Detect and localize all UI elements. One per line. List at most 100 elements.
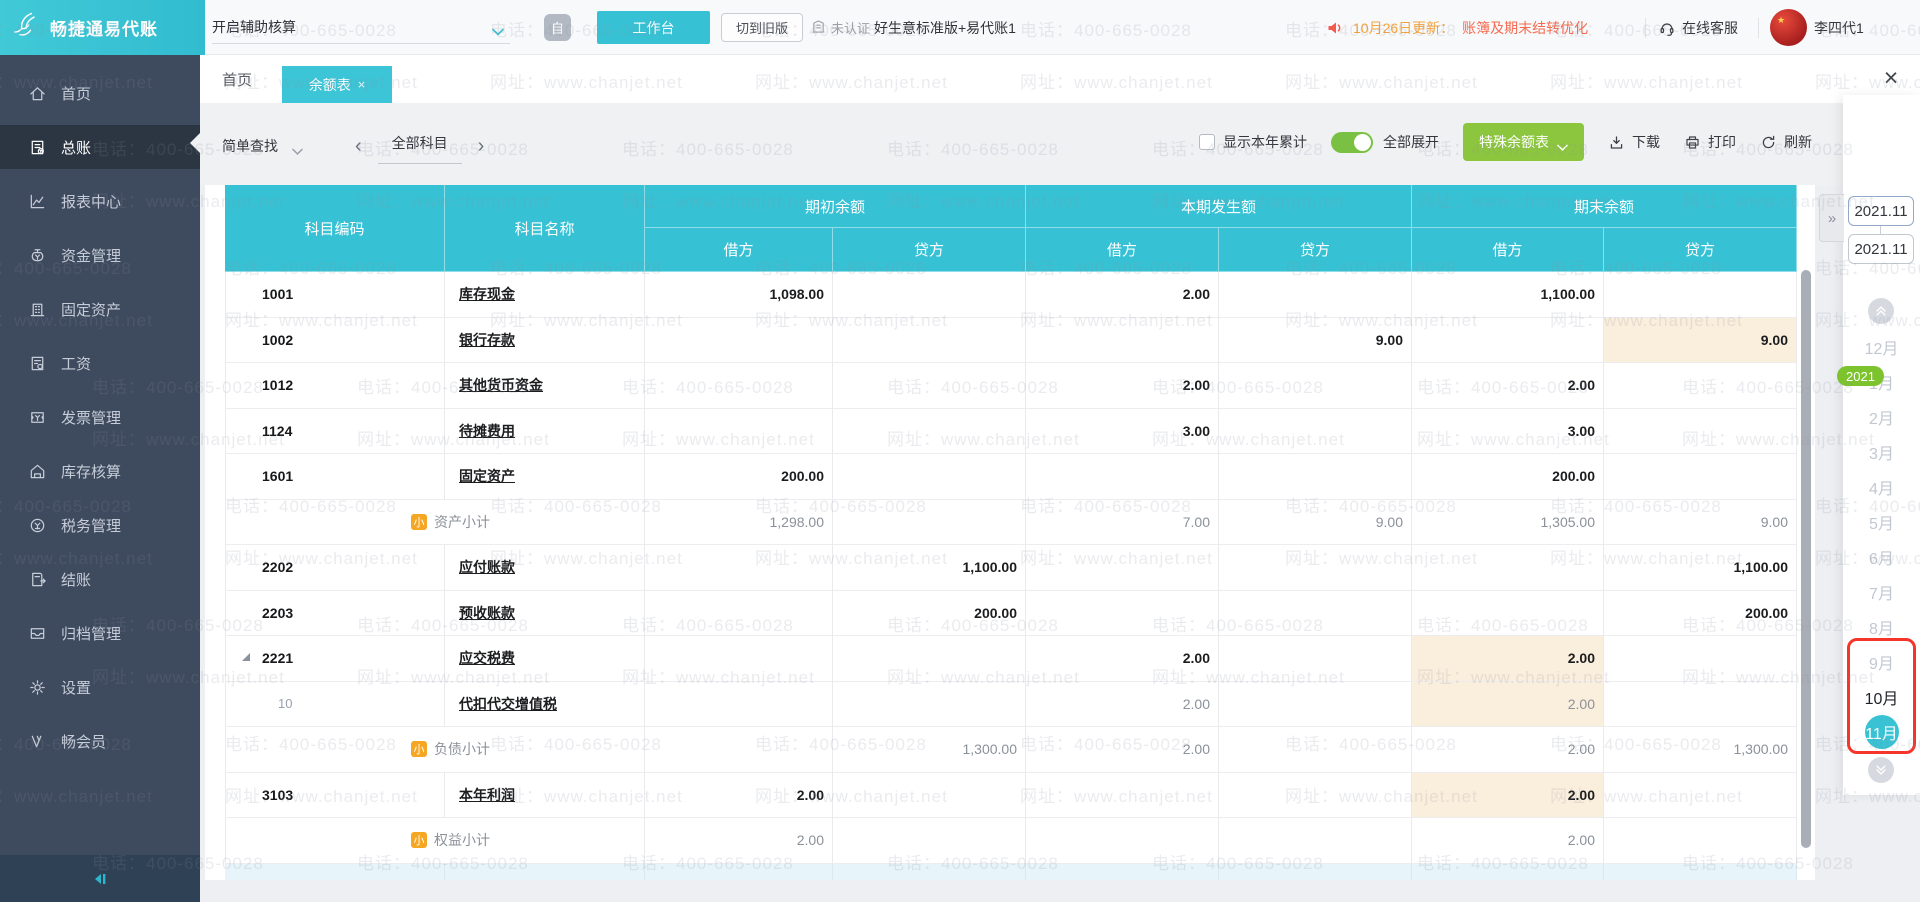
sidebar-item-assets[interactable]: 固定资产 — [0, 287, 200, 331]
account-name-link[interactable]: 银行存款 — [459, 330, 515, 350]
announcement[interactable]: 10月26日更新： 账簿及期末结转优化 — [1325, 0, 1588, 55]
amount-cell-cur_c — [1219, 272, 1412, 318]
amount-cell-eb_d: 2.00 — [1412, 682, 1604, 728]
group-header-ending: 期末余额 — [1412, 185, 1797, 228]
scroll-months-down-button[interactable] — [1868, 757, 1894, 783]
sidebar-item-invoice[interactable]: 发票管理 — [0, 395, 200, 439]
tab-balance-sheet[interactable]: 余额表 × — [282, 66, 392, 103]
account-name-cell: 本年利润 — [445, 773, 645, 819]
show-ytd-checkbox-group[interactable]: 显示本年累计 — [1199, 132, 1307, 152]
sidebar-item-member[interactable]: 畅会员 — [0, 719, 200, 763]
close-panel-icon[interactable]: × — [1876, 63, 1906, 93]
sidebar-item-tax[interactable]: 税务管理 — [0, 503, 200, 547]
amount-cell-eb_d: 1,305.00 — [1412, 500, 1604, 546]
assist-accounting-select[interactable]: 开启辅助核算 — [212, 11, 510, 44]
month-item-11月[interactable]: 11月 — [1843, 714, 1920, 749]
refresh-icon — [1760, 134, 1777, 151]
month-item-9月[interactable]: 9月 — [1843, 644, 1920, 679]
sidebar-item-ledger[interactable]: 总账 — [0, 125, 200, 169]
username[interactable]: 李四代1 — [1814, 0, 1864, 55]
month-item-5月[interactable]: 5月 — [1843, 504, 1920, 539]
account-code: 10 — [278, 696, 292, 711]
account-code: 2203 — [262, 605, 293, 621]
account-code-cell: 1002 — [225, 318, 445, 364]
account-name-link[interactable]: 应交税费 — [459, 648, 515, 668]
online-service[interactable]: 在线客服 — [1658, 0, 1738, 55]
account-name-link[interactable]: 固定资产 — [459, 466, 515, 486]
show-ytd-checkbox[interactable] — [1199, 134, 1215, 150]
table-header: 科目编码 科目名称 期初余额 本期发生额 期末余额 借方 贷方 借方 贷方 借方… — [225, 185, 1797, 272]
month-item-12月[interactable]: 12月 — [1843, 329, 1920, 364]
certification-status[interactable]: 未认证 — [810, 0, 870, 55]
sidebar-item-closing[interactable]: 结账 — [0, 557, 200, 601]
amount-cell-cur_d: 2.00 — [1026, 636, 1219, 682]
subject-filter-label[interactable]: 全部科目 — [378, 127, 462, 164]
panel-collapse-button[interactable]: » — [1819, 194, 1844, 242]
chevron-down-icon — [1557, 139, 1568, 146]
account-code-cell: 2203 — [225, 591, 445, 637]
month-item-10月[interactable]: 10月 — [1843, 679, 1920, 714]
account-name-link[interactable]: 预收账款 — [459, 603, 515, 623]
amount-cell-cur_c — [1219, 363, 1412, 409]
account-name-cell: 预收账款 — [445, 591, 645, 637]
amount-cell-ob_d — [645, 318, 833, 364]
sidebar-item-report[interactable]: 报表中心 — [0, 179, 200, 223]
chevron-down-icon — [492, 23, 504, 31]
period-end-input[interactable]: 2021.11 — [1848, 234, 1914, 264]
subtotal-label: 权益小计 — [434, 830, 490, 850]
journal-icon[interactable]: 自 — [544, 14, 571, 41]
month-item-4月[interactable]: 4月 — [1843, 469, 1920, 504]
amount-cell-ob_d — [645, 363, 833, 409]
settings-icon — [28, 678, 47, 697]
table-scrollbar[interactable] — [1801, 270, 1811, 848]
sidebar-item-archive[interactable]: 归档管理 — [0, 611, 200, 655]
sidebar-item-funds[interactable]: 资金管理 — [0, 233, 200, 277]
sidebar-collapse-button[interactable] — [0, 855, 200, 902]
period-start-input[interactable]: 2021.11 — [1848, 196, 1914, 226]
sidebar-item-inventory[interactable]: 库存核算 — [0, 449, 200, 493]
search-mode-select[interactable]: 简单查找 — [222, 136, 303, 156]
special-balance-button[interactable]: 特殊余额表 — [1463, 123, 1584, 161]
print-button[interactable]: 打印 — [1684, 132, 1736, 152]
amount-cell-cur_d — [1026, 818, 1219, 864]
tab-close-icon[interactable]: × — [358, 77, 366, 92]
expander-icon[interactable] — [242, 653, 250, 661]
announcement-link[interactable]: 账簿及期末结转优化 — [1462, 18, 1588, 38]
sidebar-item-label: 固定资产 — [61, 299, 121, 320]
month-item-2月[interactable]: 2月 — [1843, 399, 1920, 434]
sidebar-item-salary[interactable]: 工资 — [0, 341, 200, 385]
account-name-link[interactable]: 代扣代交增值税 — [459, 694, 557, 714]
month-item-6月[interactable]: 6月 — [1843, 539, 1920, 574]
month-item-7月[interactable]: 7月 — [1843, 574, 1920, 609]
month-item-8月[interactable]: 8月 — [1843, 609, 1920, 644]
tab-home[interactable]: 首页 — [222, 55, 252, 103]
download-button[interactable]: 下载 — [1608, 132, 1660, 152]
amount-cell-cur_d — [1026, 591, 1219, 637]
switch-old-version-button[interactable]: 切到旧版 — [721, 13, 803, 42]
account-name-link[interactable]: 本年利润 — [459, 785, 515, 805]
sidebar-item-settings[interactable]: 设置 — [0, 665, 200, 709]
month-item-3月[interactable]: 3月 — [1843, 434, 1920, 469]
next-subject-arrow[interactable]: › — [478, 136, 485, 156]
user-avatar[interactable]: ★ — [1770, 9, 1807, 46]
account-name-link[interactable]: 其他货币资金 — [459, 375, 543, 395]
scroll-months-up-button[interactable] — [1868, 298, 1894, 324]
logo-swan-icon — [12, 10, 42, 45]
double-chevron-down-icon — [1874, 763, 1888, 777]
account-name-link[interactable]: 待摊费用 — [459, 421, 515, 441]
amount-cell-ob_d: 2.00 — [645, 818, 833, 864]
amount-cell-eb_d: 200.00 — [1412, 454, 1604, 500]
amount-cell-eb_c — [1604, 682, 1797, 728]
amount-cell-eb_d: 2.00 — [1412, 727, 1604, 773]
refresh-button[interactable]: 刷新 — [1760, 132, 1812, 152]
expand-all-toggle[interactable] — [1331, 132, 1373, 153]
sidebar-item-home[interactable]: 首页 — [0, 71, 200, 115]
enterprise-icon — [810, 18, 827, 38]
amount-cell-eb_d: 2.00 — [1412, 363, 1604, 409]
account-name-link[interactable]: 应付账款 — [459, 557, 515, 577]
sidebar-item-label: 畅会员 — [61, 731, 106, 752]
workbench-button[interactable]: 工作台 — [597, 11, 710, 44]
prev-subject-arrow[interactable]: ‹ — [355, 136, 362, 156]
account-name-link[interactable]: 库存现金 — [459, 284, 515, 304]
amount-cell-ob_c: 1,300.00 — [833, 727, 1026, 773]
